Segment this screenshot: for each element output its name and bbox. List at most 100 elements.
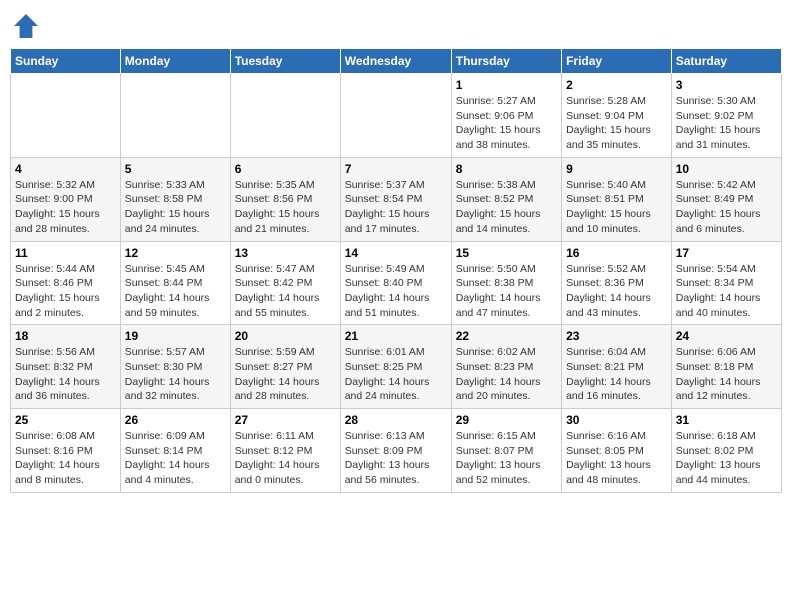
day-number: 10 (676, 162, 777, 176)
day-info: Sunrise: 5:42 AM Sunset: 8:49 PM Dayligh… (676, 178, 777, 237)
day-number: 9 (566, 162, 667, 176)
header-friday: Friday (562, 49, 672, 74)
day-info: Sunrise: 5:59 AM Sunset: 8:27 PM Dayligh… (235, 345, 336, 404)
calendar-cell: 27Sunrise: 6:11 AM Sunset: 8:12 PM Dayli… (230, 409, 340, 493)
day-number: 23 (566, 329, 667, 343)
day-info: Sunrise: 5:44 AM Sunset: 8:46 PM Dayligh… (15, 262, 116, 321)
day-number: 28 (345, 413, 447, 427)
day-number: 1 (456, 78, 557, 92)
calendar-cell: 30Sunrise: 6:16 AM Sunset: 8:05 PM Dayli… (562, 409, 672, 493)
day-number: 17 (676, 246, 777, 260)
day-info: Sunrise: 5:38 AM Sunset: 8:52 PM Dayligh… (456, 178, 557, 237)
day-info: Sunrise: 6:06 AM Sunset: 8:18 PM Dayligh… (676, 345, 777, 404)
day-number: 15 (456, 246, 557, 260)
logo (10, 10, 46, 42)
calendar-cell: 12 Sunrise: 5:45 AM Sunset: 8:44 PM Dayli… (120, 241, 230, 325)
calendar-cell: 7 Sunrise: 5:37 AM Sunset: 8:54 PM Daylig… (340, 157, 451, 241)
day-number: 24 (676, 329, 777, 343)
day-info: Sunrise: 5:40 AM Sunset: 8:51 PM Dayligh… (566, 178, 667, 237)
day-info: Sunrise: 6:02 AM Sunset: 8:23 PM Dayligh… (456, 345, 557, 404)
calendar-cell: 14 Sunrise: 5:49 AM Sunset: 8:40 PM Dayli… (340, 241, 451, 325)
calendar-cell (120, 74, 230, 158)
header-saturday: Saturday (671, 49, 781, 74)
day-number: 26 (125, 413, 226, 427)
day-number: 6 (235, 162, 336, 176)
day-info: Sunrise: 5:45 AM Sunset: 8:44 PM Dayligh… (125, 262, 226, 321)
calendar-cell: 5 Sunrise: 5:33 AM Sunset: 8:58 PM Daylig… (120, 157, 230, 241)
calendar-cell: 20 Sunrise: 5:59 AM Sunset: 8:27 PM Dayli… (230, 325, 340, 409)
day-info: Sunrise: 5:35 AM Sunset: 8:56 PM Dayligh… (235, 178, 336, 237)
day-info: Sunrise: 5:27 AM Sunset: 9:06 PM Dayligh… (456, 94, 557, 153)
header-thursday: Thursday (451, 49, 561, 74)
calendar-cell: 29 Sunrise: 6:15 AM Sunset: 8:07 PM Dayli… (451, 409, 561, 493)
day-number: 12 (125, 246, 226, 260)
day-info: Sunrise: 6:18 AM Sunset: 8:02 PM Dayligh… (676, 429, 777, 488)
day-number: 14 (345, 246, 447, 260)
calendar-cell: 11 Sunrise: 5:44 AM Sunset: 8:46 PM Dayli… (11, 241, 121, 325)
calendar-cell: 3 Sunrise: 5:30 AM Sunset: 9:02 PM Daylig… (671, 74, 781, 158)
day-number: 4 (15, 162, 116, 176)
calendar-week-row: 1 Sunrise: 5:27 AM Sunset: 9:06 PM Daylig… (11, 74, 782, 158)
calendar-cell: 22Sunrise: 6:02 AM Sunset: 8:23 PM Dayli… (451, 325, 561, 409)
day-info: Sunrise: 6:16 AM Sunset: 8:05 PM Dayligh… (566, 429, 667, 488)
calendar-cell: 24 Sunrise: 6:06 AM Sunset: 8:18 PM Dayli… (671, 325, 781, 409)
calendar-cell: 17 Sunrise: 5:54 AM Sunset: 8:34 PM Dayli… (671, 241, 781, 325)
day-number: 13 (235, 246, 336, 260)
header-wednesday: Wednesday (340, 49, 451, 74)
calendar-cell: 28 Sunrise: 6:13 AM Sunset: 8:09 PM Dayli… (340, 409, 451, 493)
day-number: 7 (345, 162, 447, 176)
day-info: Sunrise: 6:04 AM Sunset: 8:21 PM Dayligh… (566, 345, 667, 404)
day-number: 19 (125, 329, 226, 343)
day-info: Sunrise: 6:15 AM Sunset: 8:07 PM Dayligh… (456, 429, 557, 488)
day-info: Sunrise: 6:01 AM Sunset: 8:25 PM Dayligh… (345, 345, 447, 404)
calendar-table: SundayMondayTuesdayWednesdayThursdayFrid… (10, 48, 782, 493)
day-number: 2 (566, 78, 667, 92)
calendar-cell: 31 Sunrise: 6:18 AM Sunset: 8:02 PM Dayli… (671, 409, 781, 493)
calendar-cell: 18 Sunrise: 5:56 AM Sunset: 8:32 PM Dayli… (11, 325, 121, 409)
day-number: 3 (676, 78, 777, 92)
calendar-cell: 9 Sunrise: 5:40 AM Sunset: 8:51 PM Daylig… (562, 157, 672, 241)
calendar-cell: 13Sunrise: 5:47 AM Sunset: 8:42 PM Dayli… (230, 241, 340, 325)
calendar-cell: 21Sunrise: 6:01 AM Sunset: 8:25 PM Dayli… (340, 325, 451, 409)
day-number: 5 (125, 162, 226, 176)
calendar-cell (11, 74, 121, 158)
day-info: Sunrise: 6:08 AM Sunset: 8:16 PM Dayligh… (15, 429, 116, 488)
calendar-cell: 26 Sunrise: 6:09 AM Sunset: 8:14 PM Dayli… (120, 409, 230, 493)
day-number: 16 (566, 246, 667, 260)
calendar-cell: 6 Sunrise: 5:35 AM Sunset: 8:56 PM Daylig… (230, 157, 340, 241)
day-number: 29 (456, 413, 557, 427)
day-info: Sunrise: 5:37 AM Sunset: 8:54 PM Dayligh… (345, 178, 447, 237)
day-info: Sunrise: 5:30 AM Sunset: 9:02 PM Dayligh… (676, 94, 777, 153)
day-info: Sunrise: 6:11 AM Sunset: 8:12 PM Dayligh… (235, 429, 336, 488)
day-number: 31 (676, 413, 777, 427)
day-info: Sunrise: 5:33 AM Sunset: 8:58 PM Dayligh… (125, 178, 226, 237)
header-sunday: Sunday (11, 49, 121, 74)
day-info: Sunrise: 5:52 AM Sunset: 8:36 PM Dayligh… (566, 262, 667, 321)
calendar-cell: 25Sunrise: 6:08 AM Sunset: 8:16 PM Dayli… (11, 409, 121, 493)
header-monday: Monday (120, 49, 230, 74)
day-info: Sunrise: 5:28 AM Sunset: 9:04 PM Dayligh… (566, 94, 667, 153)
calendar-week-row: 11 Sunrise: 5:44 AM Sunset: 8:46 PM Dayli… (11, 241, 782, 325)
day-info: Sunrise: 5:50 AM Sunset: 8:38 PM Dayligh… (456, 262, 557, 321)
calendar-cell: 23 Sunrise: 6:04 AM Sunset: 8:21 PM Dayli… (562, 325, 672, 409)
calendar-cell (340, 74, 451, 158)
day-info: Sunrise: 5:32 AM Sunset: 9:00 PM Dayligh… (15, 178, 116, 237)
day-info: Sunrise: 5:54 AM Sunset: 8:34 PM Dayligh… (676, 262, 777, 321)
day-number: 11 (15, 246, 116, 260)
day-info: Sunrise: 5:57 AM Sunset: 8:30 PM Dayligh… (125, 345, 226, 404)
calendar-cell: 1 Sunrise: 5:27 AM Sunset: 9:06 PM Daylig… (451, 74, 561, 158)
day-info: Sunrise: 5:49 AM Sunset: 8:40 PM Dayligh… (345, 262, 447, 321)
calendar-week-row: 25Sunrise: 6:08 AM Sunset: 8:16 PM Dayli… (11, 409, 782, 493)
calendar-week-row: 18 Sunrise: 5:56 AM Sunset: 8:32 PM Dayli… (11, 325, 782, 409)
day-number: 18 (15, 329, 116, 343)
header-tuesday: Tuesday (230, 49, 340, 74)
calendar-cell: 10 Sunrise: 5:42 AM Sunset: 8:49 PM Dayli… (671, 157, 781, 241)
day-info: Sunrise: 6:09 AM Sunset: 8:14 PM Dayligh… (125, 429, 226, 488)
day-info: Sunrise: 6:13 AM Sunset: 8:09 PM Dayligh… (345, 429, 447, 488)
calendar-cell: 8Sunrise: 5:38 AM Sunset: 8:52 PM Daylig… (451, 157, 561, 241)
day-number: 20 (235, 329, 336, 343)
calendar-week-row: 4 Sunrise: 5:32 AM Sunset: 9:00 PM Daylig… (11, 157, 782, 241)
calendar-header-row: SundayMondayTuesdayWednesdayThursdayFrid… (11, 49, 782, 74)
logo-icon (10, 10, 42, 42)
day-info: Sunrise: 5:56 AM Sunset: 8:32 PM Dayligh… (15, 345, 116, 404)
